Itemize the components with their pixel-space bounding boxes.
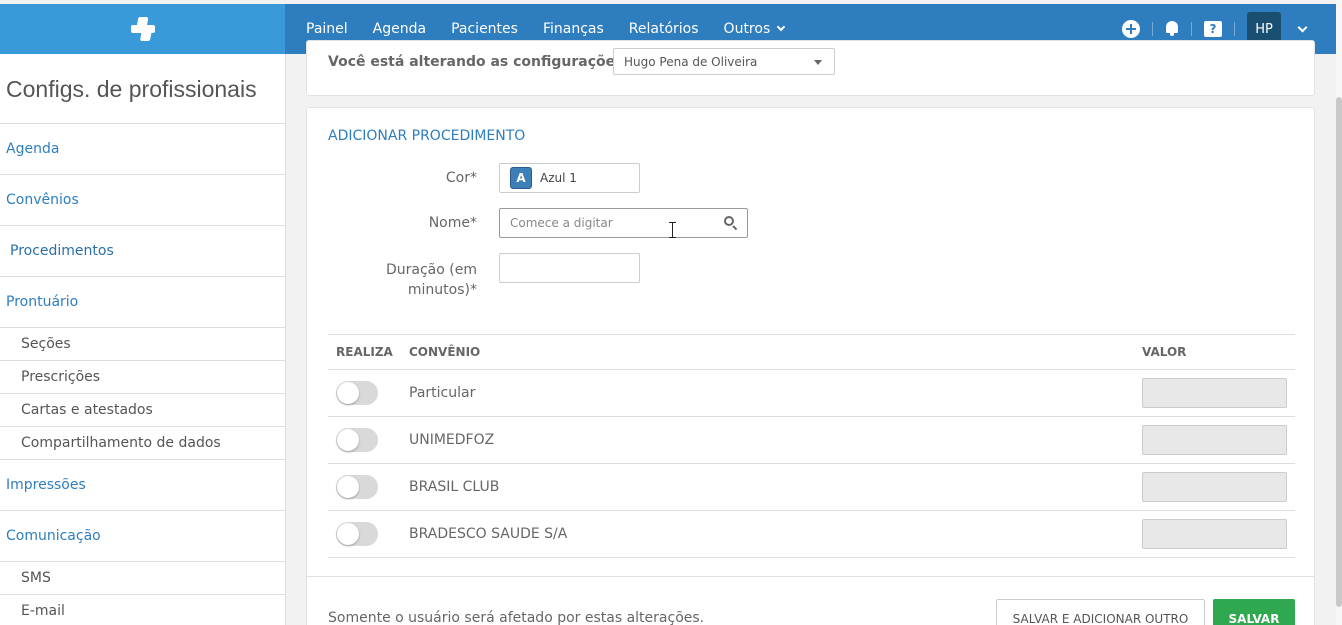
table-row: UNIMEDFOZ (328, 416, 1295, 464)
toggle-knob (337, 382, 359, 404)
page-title: Configs. de profissionais (0, 54, 285, 124)
text-cursor-icon (669, 222, 677, 238)
table-row: BRASIL CLUB (328, 463, 1295, 511)
sidebar-item-compartilhamento[interactable]: Compartilhamento de dados (0, 427, 285, 460)
save-button[interactable]: SALVAR (1213, 599, 1295, 625)
convenio-name: Particular (409, 369, 1142, 417)
bell-icon[interactable] (1165, 21, 1179, 37)
realiza-toggle[interactable] (336, 428, 378, 452)
footer-note: Somente o usuário será afetado por estas… (328, 610, 705, 625)
section-title: ADICIONAR PROCEDIMENTO (328, 128, 526, 144)
sidebar-item-prontuario[interactable]: Prontuário (0, 277, 285, 328)
convenio-name: BRASIL CLUB (409, 463, 1142, 511)
valor-input[interactable] (1142, 472, 1287, 502)
search-icon[interactable] (724, 216, 738, 231)
divider (1152, 22, 1153, 36)
app-logo-icon (129, 15, 157, 43)
toggle-knob (337, 429, 359, 451)
cor-label: Cor* (445, 170, 477, 186)
scrollbar-thumb[interactable] (1336, 97, 1342, 607)
scrollbar[interactable] (1336, 0, 1342, 625)
sidebar-item-email[interactable]: E-mail (0, 595, 285, 625)
realiza-toggle[interactable] (336, 475, 378, 499)
nav-agenda[interactable]: Agenda (373, 21, 426, 37)
divider (307, 576, 1314, 577)
realiza-toggle[interactable] (336, 381, 378, 405)
add-circle-icon[interactable] (1122, 20, 1140, 38)
valor-input[interactable] (1142, 425, 1287, 455)
sidebar-item-sms[interactable]: SMS (0, 562, 285, 595)
sidebar-item-agenda[interactable]: Agenda (0, 124, 285, 175)
header-realiza: REALIZA (328, 334, 409, 370)
chevron-down-icon[interactable] (1297, 22, 1308, 32)
nome-label: Nome* (428, 215, 477, 231)
avatar-initials: HP (1255, 21, 1273, 37)
insurance-table: REALIZA CONVÊNIO VALOR Particular UNIMED… (328, 334, 1295, 558)
sidebar: Configs. de profissionais Agenda Convêni… (0, 54, 286, 625)
duration-input[interactable] (499, 253, 640, 283)
valor-input[interactable] (1142, 378, 1287, 408)
sidebar-item-comunicacao[interactable]: Comunicação (0, 511, 285, 562)
sidebar-item-convenios[interactable]: Convênios (0, 175, 285, 226)
nav-outros[interactable]: Outros (723, 21, 786, 37)
caret-down-icon (814, 60, 822, 65)
duracao-label-line2: minutos)* (407, 282, 477, 298)
table-header-row: REALIZA CONVÊNIO VALOR (328, 334, 1295, 370)
logo-area[interactable] (0, 4, 285, 54)
convenio-name: BRADESCO SAUDE S/A (409, 510, 1142, 558)
sidebar-item-procedimentos[interactable]: Procedimentos (0, 226, 285, 277)
settings-target-label: Você está alterando as configurações de: (328, 54, 654, 70)
duracao-label-line1: Duração (em (386, 262, 477, 278)
save-and-add-button[interactable]: SALVAR E ADICIONAR OUTRO (996, 599, 1205, 625)
professional-select-value: Hugo Pena de Oliveira (624, 55, 758, 69)
help-icon[interactable]: ? (1204, 21, 1222, 37)
toggle-knob (337, 476, 359, 498)
nav-agenda-label: Agenda (372, 21, 427, 37)
divider (1191, 22, 1192, 36)
professional-select[interactable]: Hugo Pena de Oliveira (613, 48, 835, 75)
header-valor: VALOR (1142, 334, 1295, 370)
nav-painel-label: Painel (306, 21, 348, 37)
nav-relatorios-label: Relatórios (628, 21, 699, 37)
nav-outros-label: Outros (723, 21, 771, 37)
settings-target-card: Você está alterando as configurações de:… (306, 40, 1315, 96)
procedure-name-input[interactable] (499, 208, 748, 238)
sidebar-item-prescricoes[interactable]: Prescrições (0, 361, 285, 394)
chevron-down-icon (777, 22, 786, 32)
nav-painel[interactable]: Painel (306, 21, 348, 37)
add-procedure-card: ADICIONAR PROCEDIMENTO Cor* A Azul 1 Nom… (306, 107, 1315, 625)
color-value: Azul 1 (540, 171, 577, 185)
sidebar-item-cartas-atestados[interactable]: Cartas e atestados (0, 394, 285, 427)
nav-relatorios[interactable]: Relatórios (629, 21, 699, 37)
header-convenio: CONVÊNIO (409, 334, 1142, 370)
table-row: BRADESCO SAUDE S/A (328, 510, 1295, 558)
divider (1234, 22, 1235, 36)
valor-input[interactable] (1142, 519, 1287, 549)
sidebar-item-impressoes[interactable]: Impressões (0, 460, 285, 511)
nav-pacientes[interactable]: Pacientes (451, 21, 518, 37)
table-row: Particular (328, 369, 1295, 417)
nav-pacientes-label: Pacientes (451, 21, 518, 37)
sidebar-item-secoes[interactable]: Seções (0, 328, 285, 361)
convenio-name: UNIMEDFOZ (409, 416, 1142, 464)
duracao-label: Duração (em minutos)* (386, 260, 477, 300)
toggle-knob (337, 523, 359, 545)
nav-financas-label: Finanças (542, 21, 604, 37)
nav-financas[interactable]: Finanças (543, 21, 604, 37)
color-select[interactable]: A Azul 1 (499, 163, 640, 193)
realiza-toggle[interactable] (336, 522, 378, 546)
color-swatch: A (510, 167, 532, 189)
